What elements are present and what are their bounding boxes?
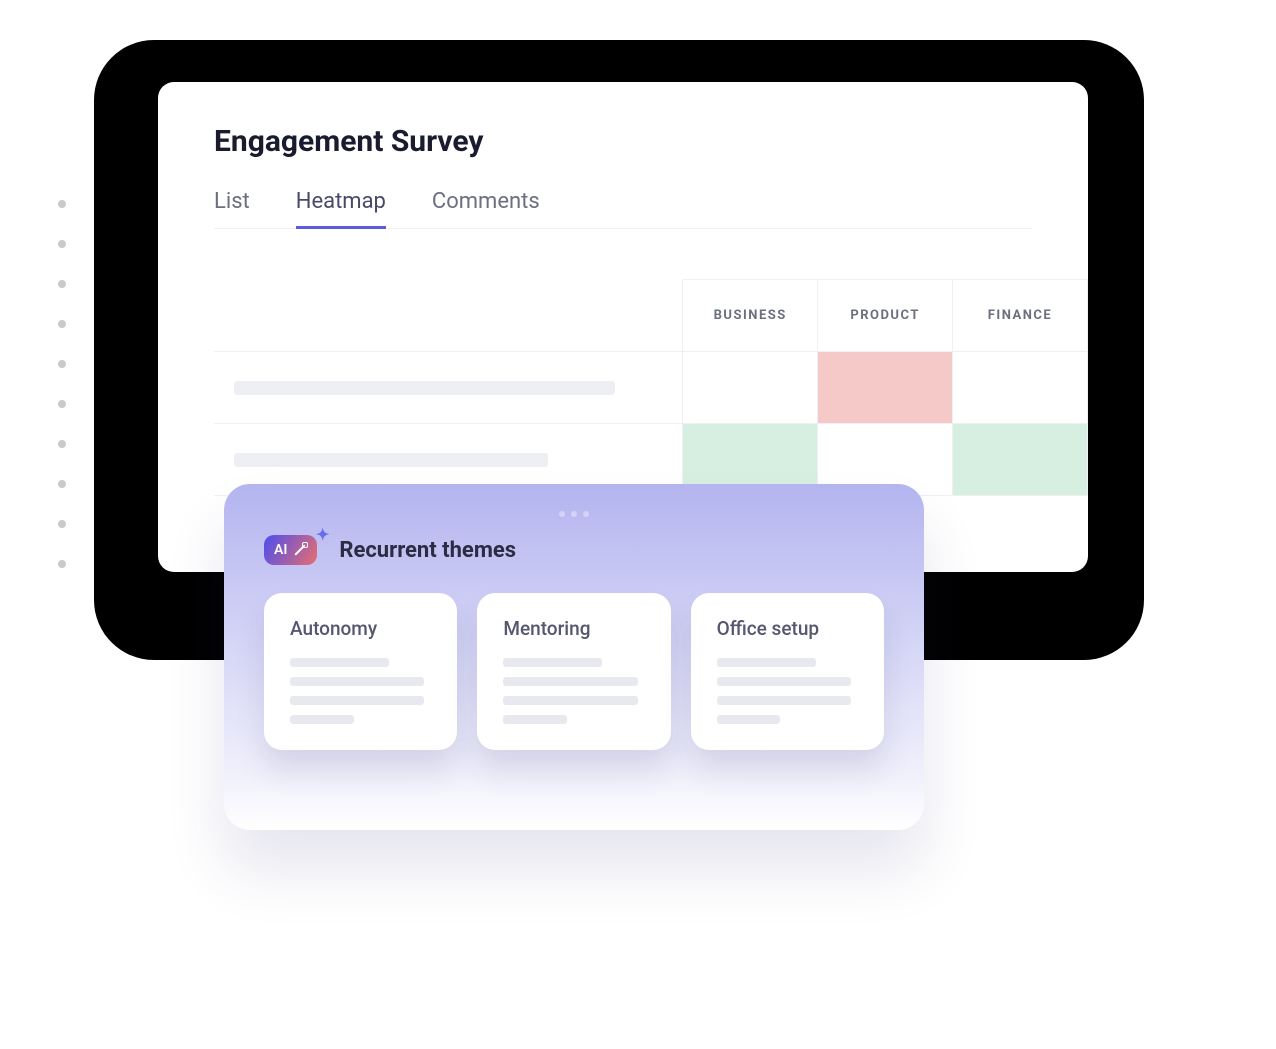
wand-icon	[293, 543, 307, 557]
heatmap-cell[interactable]	[953, 424, 1088, 496]
tab-comments[interactable]: Comments	[432, 189, 540, 229]
themes-title: Recurrent themes	[339, 538, 516, 563]
skeleton-line	[290, 696, 424, 705]
skeleton-line	[717, 696, 851, 705]
heatmap-table: BUSINESS PRODUCT FINANCE	[214, 279, 1088, 496]
theme-card-title: Office setup	[717, 617, 858, 640]
ai-themes-panel: AI ✦ Recurrent themes Autonomy Mentoring…	[224, 484, 924, 830]
heatmap-col-business: BUSINESS	[683, 280, 818, 352]
sparkle-icon: ✦	[316, 525, 329, 544]
heatmap-area: BUSINESS PRODUCT FINANCE	[158, 279, 1088, 496]
tab-list[interactable]: List	[214, 189, 250, 229]
heatmap-cell[interactable]	[683, 352, 818, 424]
heatmap-cell[interactable]	[953, 352, 1088, 424]
skeleton-line	[503, 677, 637, 686]
heatmap-col-finance: FINANCE	[953, 280, 1088, 352]
ai-badge: AI ✦	[264, 535, 317, 565]
skeleton-line	[503, 715, 567, 724]
theme-card-title: Mentoring	[503, 617, 644, 640]
theme-card-mentoring[interactable]: Mentoring	[477, 593, 670, 750]
heatmap-cell[interactable]	[818, 352, 953, 424]
skeleton-line	[717, 658, 816, 667]
tab-heatmap[interactable]: Heatmap	[296, 189, 386, 229]
page-title: Engagement Survey	[214, 124, 1032, 159]
theme-card-autonomy[interactable]: Autonomy	[264, 593, 457, 750]
skeleton-line	[717, 715, 781, 724]
theme-cards-row: Autonomy Mentoring Office setup	[264, 593, 884, 750]
theme-card-title: Autonomy	[290, 617, 431, 640]
themes-header: AI ✦ Recurrent themes	[264, 535, 884, 565]
heatmap-row	[214, 352, 1088, 424]
skeleton-line	[290, 677, 424, 686]
heatmap-row-label	[214, 352, 683, 424]
skeleton-line	[290, 715, 354, 724]
skeleton-line	[717, 677, 851, 686]
heatmap-col-product: PRODUCT	[818, 280, 953, 352]
skeleton-line	[290, 658, 389, 667]
theme-card-office-setup[interactable]: Office setup	[691, 593, 884, 750]
panel-handle-dots	[264, 502, 884, 521]
tab-bar: List Heatmap Comments	[214, 189, 1032, 229]
skeleton-line	[503, 658, 602, 667]
skeleton-line	[503, 696, 637, 705]
ai-badge-text: AI	[274, 542, 287, 558]
